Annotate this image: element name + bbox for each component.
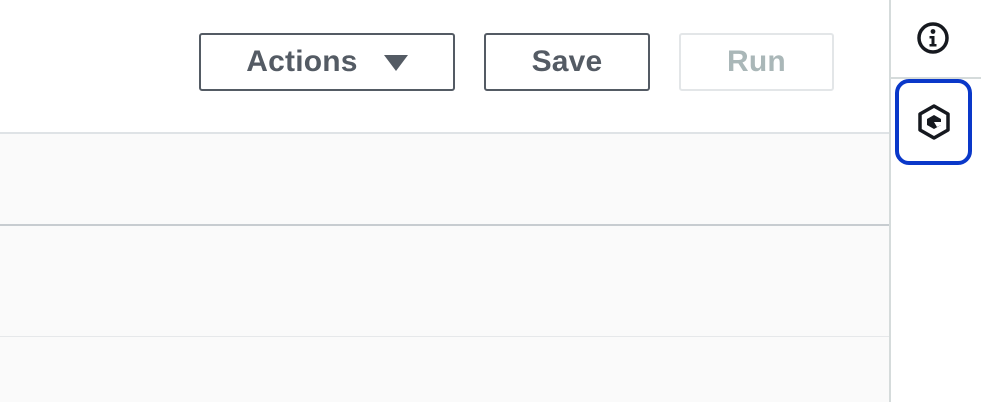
actions-button-label: Actions [246,45,358,78]
hexagon-icon [917,104,950,140]
main-content: Actions Save Run [0,0,889,402]
save-button-label: Save [531,45,603,78]
editor-panel-row [0,226,889,337]
info-icon [917,22,949,54]
page: Actions Save Run [0,0,981,402]
actions-button[interactable]: Actions [199,33,455,91]
run-button-label: Run [727,45,786,78]
caret-down-icon [383,55,408,71]
editor-panel-row [0,337,889,402]
editor-panel-header [0,134,889,226]
toolbar: Actions Save Run [0,0,889,134]
right-sidebar [889,0,981,402]
hexagon-tool-button[interactable] [895,79,972,165]
info-button[interactable] [913,18,953,58]
save-button[interactable]: Save [484,33,650,91]
run-button[interactable]: Run [679,33,834,91]
